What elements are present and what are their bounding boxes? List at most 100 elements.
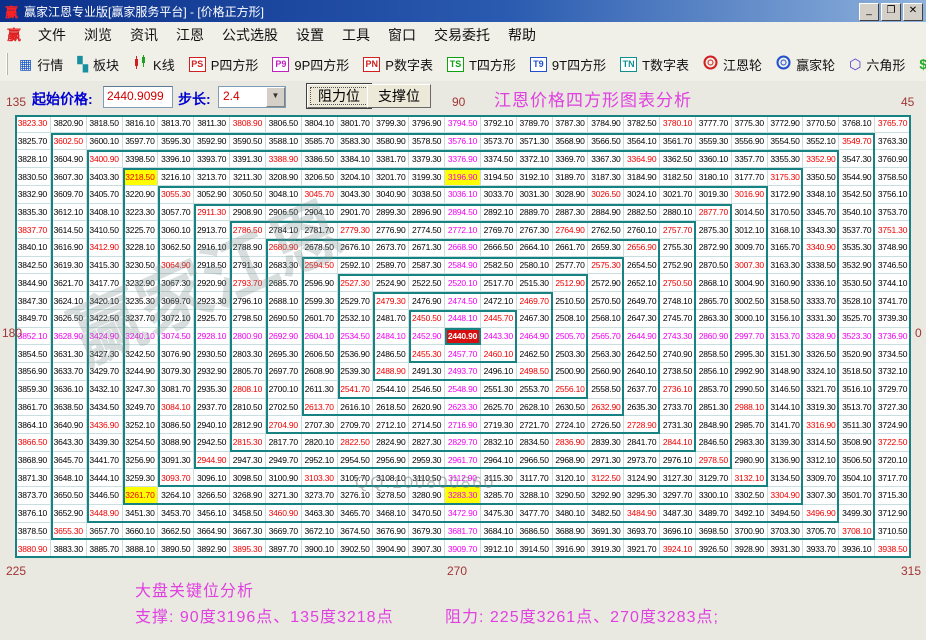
price-cell[interactable]: 3144.10 [768,399,804,417]
price-cell[interactable]: 3357.70 [732,150,768,168]
price-cell[interactable]: 3156.10 [768,310,804,328]
price-cell[interactable]: 2572.90 [588,274,624,292]
price-cell[interactable]: 2647.30 [624,310,660,328]
price-cell[interactable]: 2781.70 [302,221,338,239]
price-cell[interactable]: 2604.10 [302,328,338,346]
price-cell[interactable]: 3446.50 [87,487,123,505]
price-cell[interactable]: 3139.30 [768,434,804,452]
price-cell[interactable]: 3890.50 [158,540,194,558]
price-cell[interactable]: 3376.90 [445,150,481,168]
price-cell[interactable]: 3823.30 [15,115,51,133]
price-cell[interactable]: 3936.10 [839,540,875,558]
price-cell[interactable]: 3626.50 [51,310,87,328]
price-cell[interactable]: 2474.50 [445,292,481,310]
price-cell[interactable]: 2678.50 [302,239,338,257]
price-cell[interactable]: 2983.30 [732,434,768,452]
price-cell[interactable]: 3400.90 [87,150,123,168]
price-cell[interactable]: 2510.50 [553,292,589,310]
price-cell[interactable]: 3213.70 [194,168,230,186]
price-cell[interactable]: 3830.50 [15,168,51,186]
price-cell[interactable]: 2784.10 [266,221,302,239]
maximize-button[interactable]: ❐ [881,3,901,21]
price-cell[interactable]: 3600.10 [87,133,123,151]
price-cell[interactable]: 3700.90 [732,523,768,541]
price-cell[interactable]: 3393.70 [194,150,230,168]
price-cell[interactable]: 3264.10 [158,487,194,505]
price-cell[interactable]: 2995.30 [732,345,768,363]
price-cell[interactable]: 3859.30 [15,381,51,399]
price-cell[interactable]: 2719.30 [481,416,517,434]
price-cell[interactable]: 3640.90 [51,416,87,434]
price-cell[interactable]: 3544.90 [839,168,875,186]
price-cell[interactable]: 3511.30 [839,416,875,434]
price-cell[interactable]: 2457.70 [445,345,481,363]
price-cell[interactable]: 3907.30 [409,540,445,558]
price-cell[interactable]: 3012.10 [732,221,768,239]
price-cell[interactable]: 2793.70 [230,274,266,292]
price-cell[interactable]: 3098.50 [230,469,266,487]
price-cell[interactable]: 2724.10 [553,416,589,434]
price-cell[interactable]: 3336.10 [803,274,839,292]
close-button[interactable]: ✕ [903,3,923,21]
price-cell[interactable]: 3648.10 [51,469,87,487]
price-cell[interactable]: 3657.70 [87,523,123,541]
price-cell[interactable]: 3048.10 [266,186,302,204]
price-cell[interactable]: 2592.10 [338,257,374,275]
price-cell[interactable]: 3792.10 [481,115,517,133]
price-cell[interactable]: 3468.10 [373,505,409,523]
price-cell[interactable]: 3561.70 [660,133,696,151]
price-cell[interactable]: 3148.90 [768,363,804,381]
menu-item-工具[interactable]: 工具 [333,23,379,47]
price-cell[interactable]: 3201.70 [373,168,409,186]
price-cell[interactable]: 3888.10 [123,540,159,558]
price-cell[interactable]: 3223.30 [123,204,159,222]
toolbar-button-p-number[interactable]: PNP数字表 [356,52,440,77]
price-cell[interactable]: 2844.10 [660,434,696,452]
price-cell[interactable]: 3667.30 [230,523,266,541]
price-cell[interactable]: 3672.10 [302,523,338,541]
price-cell[interactable]: 2448.10 [445,310,481,328]
price-cell[interactable]: 2805.70 [230,363,266,381]
price-cell[interactable]: 3876.10 [15,505,51,523]
price-cell[interactable]: 2656.90 [624,239,660,257]
price-cell[interactable]: 2760.10 [624,221,660,239]
price-cell[interactable]: 3448.90 [87,505,123,523]
price-cell[interactable]: 2752.90 [660,257,696,275]
price-cell[interactable]: 2493.70 [445,363,481,381]
price-cell[interactable]: 3501.70 [839,487,875,505]
price-cell[interactable]: 3381.70 [373,150,409,168]
price-cell[interactable]: 3703.30 [768,523,804,541]
support-button[interactable]: 支撑位 [367,84,431,108]
price-cell[interactable]: 3549.70 [839,133,875,151]
price-cell[interactable]: 2875.30 [696,221,732,239]
price-cell[interactable]: 2966.50 [517,452,553,470]
price-cell[interactable]: 2913.70 [194,221,230,239]
price-cell[interactable]: 2443.30 [481,328,517,346]
price-cell[interactable]: 3321.70 [803,381,839,399]
toolbar-button-quotes[interactable]: ▦行情 [12,52,70,77]
price-cell[interactable]: 3866.50 [15,434,51,452]
price-cell[interactable]: 3052.90 [194,186,230,204]
price-cell[interactable]: 3019.30 [696,186,732,204]
price-cell[interactable]: 2841.70 [624,434,660,452]
price-cell[interactable]: 2460.10 [481,345,517,363]
price-cell[interactable]: 3057.70 [158,204,194,222]
price-cell[interactable]: 3609.70 [51,186,87,204]
price-cell[interactable]: 3492.10 [732,505,768,523]
price-cell[interactable]: 3885.70 [87,540,123,558]
price-cell[interactable]: 2769.70 [481,221,517,239]
price-cell[interactable]: 3405.70 [87,186,123,204]
price-cell[interactable]: 2827.30 [409,434,445,452]
price-cell[interactable]: 3741.70 [875,292,911,310]
price-cell[interactable]: 2952.10 [302,452,338,470]
price-cell[interactable]: 2496.10 [481,363,517,381]
price-cell[interactable]: 3235.30 [123,292,159,310]
price-cell[interactable]: 2973.70 [624,452,660,470]
price-cell[interactable]: 3477.70 [517,505,553,523]
price-cell[interactable]: 3088.90 [158,434,194,452]
price-cell[interactable]: 2455.30 [409,345,445,363]
price-cell[interactable]: 3480.10 [553,505,589,523]
price-cell[interactable]: 3616.90 [51,239,87,257]
price-cell[interactable]: 3117.70 [517,469,553,487]
price-cell[interactable]: 3513.70 [839,399,875,417]
